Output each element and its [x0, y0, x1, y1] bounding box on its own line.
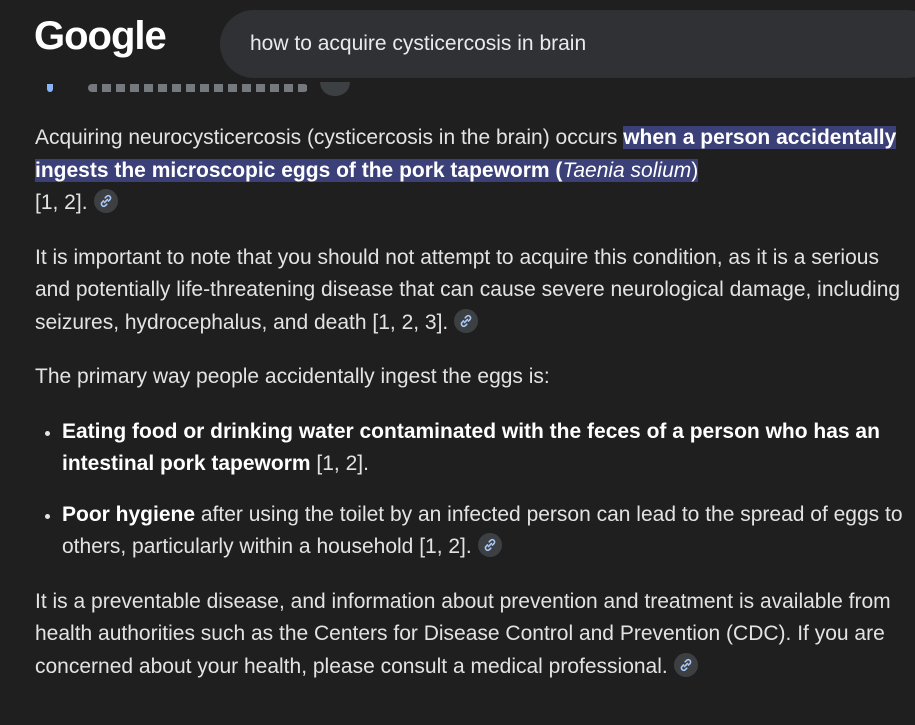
search-input[interactable] — [248, 31, 852, 57]
ai-answer: Acquiring neurocysticercosis (cysticerco… — [35, 122, 905, 705]
list-item: Eating food or drinking water contaminat… — [62, 416, 905, 481]
highlight-part-b: ) — [691, 158, 699, 182]
link-icon[interactable] — [477, 533, 502, 557]
species-name: Taenia solium — [562, 158, 692, 182]
link-icon[interactable] — [673, 652, 698, 677]
p1-lead: Acquiring neurocysticercosis (cysticerco… — [35, 126, 624, 149]
list-item: Poor hygiene after using the toilet by a… — [62, 499, 905, 564]
answer-paragraph-3: The primary way people accidentally inge… — [35, 361, 905, 394]
search-box[interactable] — [220, 10, 915, 78]
p1-citation: [1, 2]. — [35, 191, 88, 214]
cause-list: Eating food or drinking water contaminat… — [35, 416, 905, 564]
answer-paragraph-2: It is important to note that you should … — [35, 242, 905, 340]
truncated-text — [88, 84, 308, 92]
pin-icon — [47, 84, 53, 92]
answer-paragraph-1: Acquiring neurocysticercosis (cysticerco… — [35, 122, 905, 220]
bullet-1-bold: Eating food or drinking water contaminat… — [62, 419, 880, 476]
bullet-2-bold: Poor hygiene — [62, 502, 196, 526]
p4-text: It is a preventable disease, and informa… — [35, 589, 891, 678]
p3-text: The primary way people accidentally inge… — [35, 365, 550, 388]
google-logo[interactable]: Google — [34, 14, 167, 59]
link-icon[interactable] — [454, 308, 479, 333]
link-icon[interactable] — [93, 189, 118, 213]
top-bar: Google — [0, 0, 915, 82]
answer-paragraph-4: It is a preventable disease, and informa… — [35, 586, 905, 684]
bullet-1-rest: [1, 2]. — [310, 452, 369, 475]
